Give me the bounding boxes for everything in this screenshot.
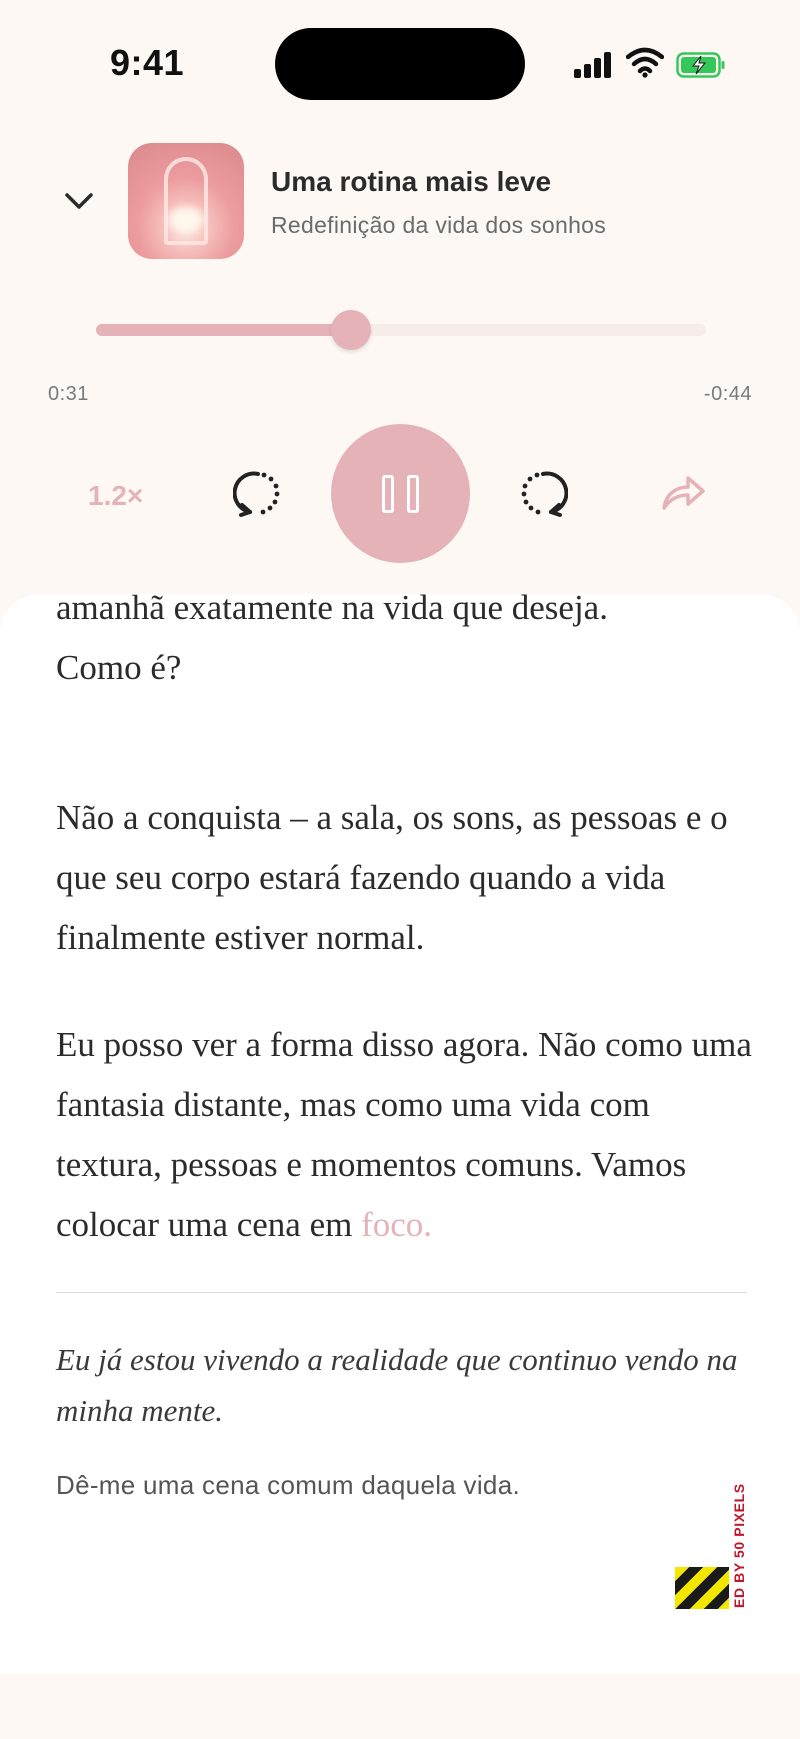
affirmation-text: Eu já estou vivendo a realidade que cont… <box>56 1342 738 1428</box>
time-elapsed: 0:31 <box>48 383 89 405</box>
bottom-safe-area <box>0 1674 800 1739</box>
battery-charging-icon <box>676 52 725 78</box>
time-remaining: -0:44 <box>703 383 752 405</box>
pause-icon <box>382 475 394 513</box>
highlighted-word: foco. <box>361 1205 433 1244</box>
watermark-stripes <box>675 1567 729 1609</box>
paragraph-0-line-2: Como é? <box>56 648 182 687</box>
dynamic-island <box>275 28 525 100</box>
bottom-fade <box>0 1614 800 1674</box>
forward-icon[interactable] <box>518 468 568 518</box>
pause-icon-bar <box>407 475 419 513</box>
share-icon[interactable] <box>660 472 706 514</box>
chevron-down-icon[interactable] <box>62 186 96 216</box>
status-bar: 9:41 <box>0 0 800 120</box>
signal-icon <box>574 50 614 78</box>
playback-speed-button[interactable]: 1.2× <box>88 480 143 512</box>
progress-fill <box>96 324 353 336</box>
status-time: 9:41 <box>110 42 185 83</box>
wifi-icon <box>626 47 664 78</box>
watermark-text: ED BY 50 PIXELS <box>731 1483 747 1608</box>
paragraph-1: Não a conquista – a sala, os sons, as pe… <box>56 798 728 957</box>
paragraph-2: Eu posso ver a forma disso agora. Não co… <box>56 1015 756 1255</box>
album-artwork <box>128 143 244 259</box>
reader-card[interactable]: amanhã exatamente na vida que deseja. Co… <box>0 594 800 1674</box>
paragraph-0-line-1: amanhã exatamente na vida que deseja. <box>56 594 608 627</box>
divider <box>56 1292 746 1293</box>
rewind-icon[interactable] <box>233 468 283 518</box>
progress-slider[interactable] <box>96 324 706 336</box>
track-title: Uma rotina mais leve <box>271 166 552 197</box>
track-subtitle: Redefinição da vida dos sonhos <box>271 212 607 238</box>
pause-button[interactable] <box>331 424 470 563</box>
progress-thumb[interactable] <box>331 310 371 350</box>
reflection-prompt: Dê-me uma cena comum daquela vida. <box>56 1470 520 1500</box>
paragraph-0: amanhã exatamente na vida que deseja. Co… <box>56 594 756 698</box>
